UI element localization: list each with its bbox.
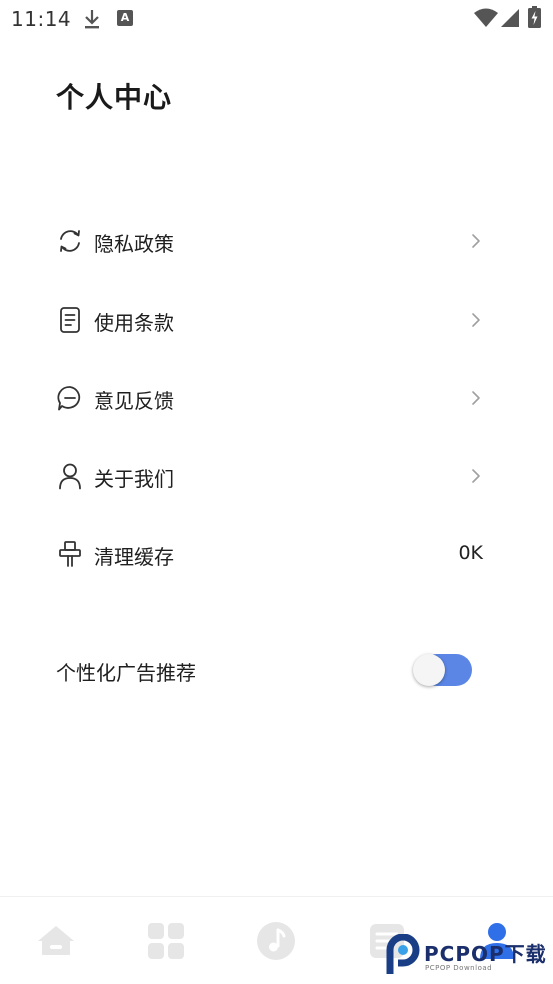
battery-charging-icon — [528, 6, 541, 28]
notification-a-icon: A — [117, 10, 133, 26]
grid-icon[interactable] — [146, 921, 186, 961]
status-time: 11:14 — [11, 7, 72, 31]
home-icon[interactable] — [36, 921, 76, 961]
music-icon[interactable] — [256, 921, 296, 961]
wifi-icon — [474, 8, 498, 27]
watermark: PCPOP下载 PCPOP Download — [384, 932, 553, 980]
menu-label-feedback: 意见反馈 — [94, 389, 174, 413]
document-icon — [60, 307, 80, 333]
menu-label-privacy: 隐私政策 — [94, 232, 174, 256]
ad-recommendation-toggle[interactable] — [413, 654, 472, 686]
signal-icon — [501, 9, 519, 27]
ad-recommendation-row: 个性化广告推荐 — [0, 640, 553, 700]
chat-icon — [57, 386, 81, 411]
cache-size-value: 0K — [458, 542, 483, 564]
broom-icon — [59, 541, 81, 567]
chevron-right-icon — [472, 313, 480, 327]
watermark-text: PCPOP下载 — [424, 942, 547, 966]
menu-item-cache[interactable]: 清理缓存 0K — [0, 524, 553, 584]
download-icon — [85, 10, 99, 29]
watermark-subtext: PCPOP Download — [425, 964, 493, 972]
menu-label-about: 关于我们 — [94, 467, 174, 491]
menu-label-cache: 清理缓存 — [94, 545, 174, 569]
toggle-knob — [413, 654, 445, 686]
person-icon — [59, 463, 81, 490]
ad-recommendation-label: 个性化广告推荐 — [56, 661, 196, 685]
chevron-right-icon — [472, 469, 480, 483]
refresh-icon — [60, 230, 80, 252]
menu-label-terms: 使用条款 — [94, 311, 174, 335]
status-bar: 11:14 A — [0, 0, 553, 38]
page-title: 个人中心 — [56, 81, 173, 114]
menu-item-terms[interactable]: 使用条款 — [0, 290, 553, 350]
menu-item-feedback[interactable]: 意见反馈 — [0, 368, 553, 428]
pcpop-logo-icon — [386, 934, 420, 974]
menu-item-about[interactable]: 关于我们 — [0, 446, 553, 506]
chevron-right-icon — [472, 234, 480, 248]
menu-item-privacy[interactable]: 隐私政策 — [0, 211, 553, 271]
chevron-right-icon — [472, 391, 480, 405]
